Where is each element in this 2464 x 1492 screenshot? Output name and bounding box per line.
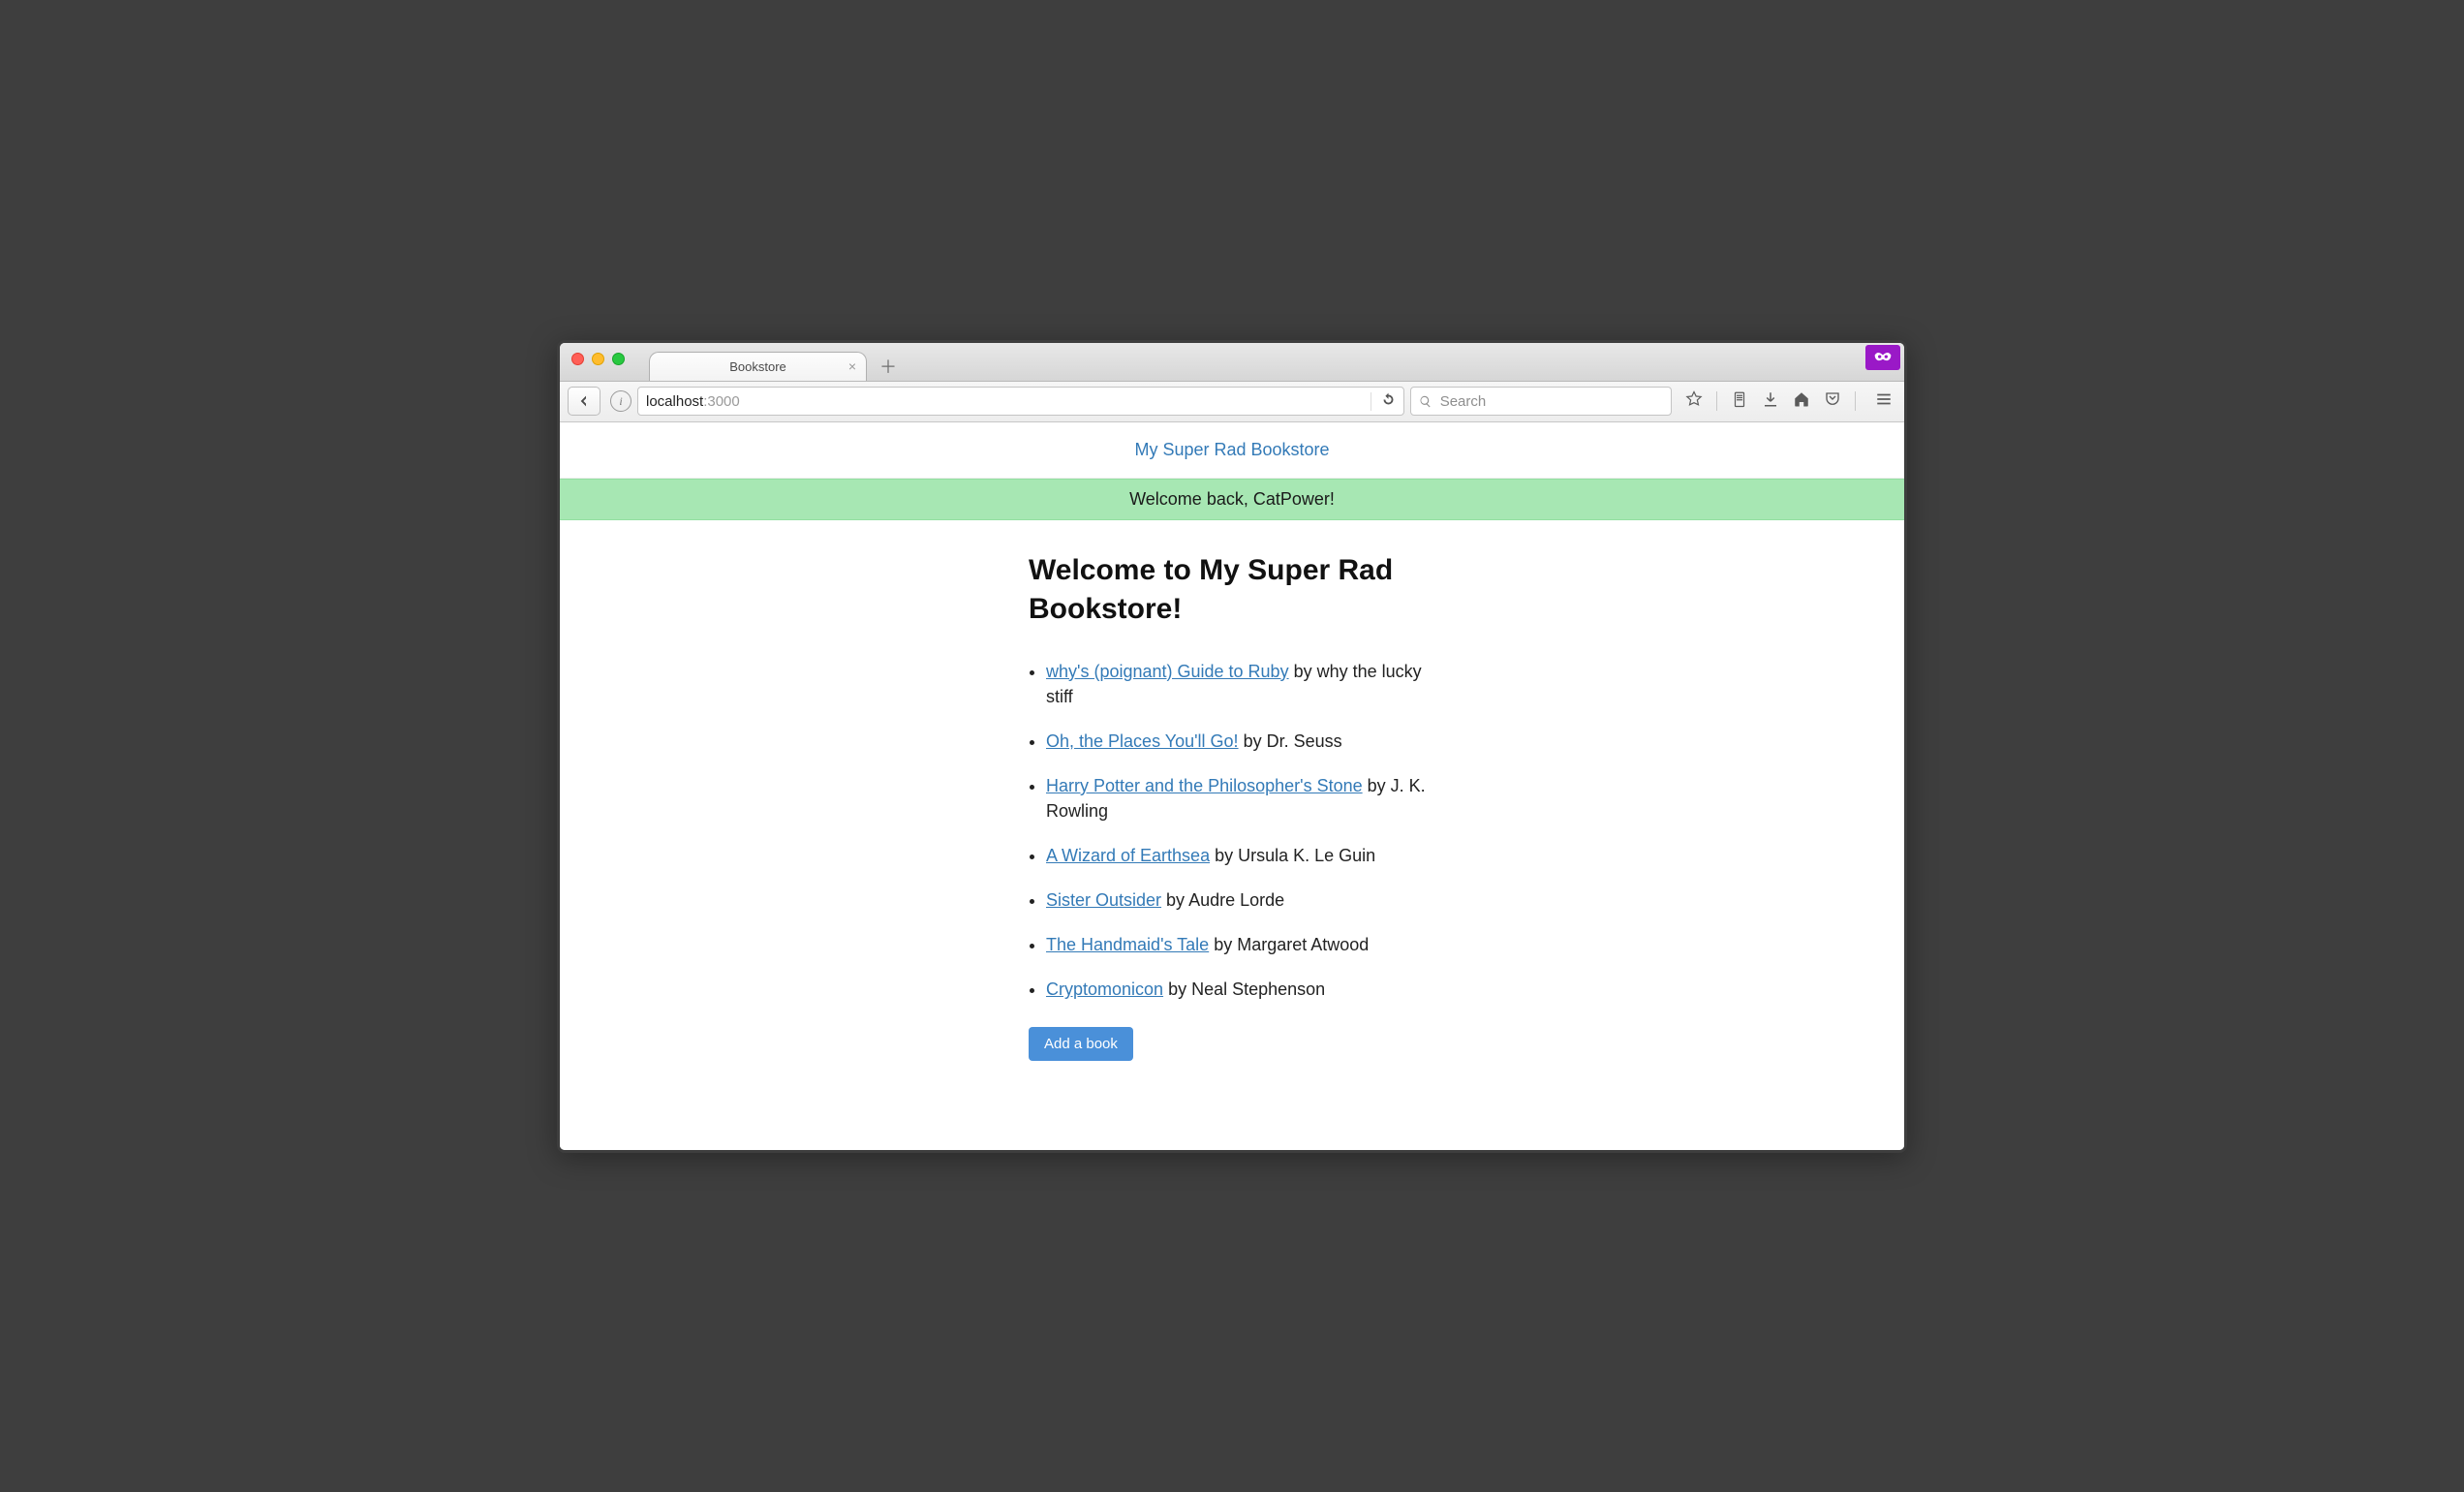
pocket-icon bbox=[1824, 390, 1841, 408]
search-bar[interactable] bbox=[1410, 387, 1672, 416]
browser-window: Bookstore × ＋ i localhost:3000 bbox=[557, 340, 1907, 1153]
book-title-link[interactable]: Harry Potter and the Philosopher's Stone bbox=[1046, 776, 1363, 795]
book-title-link[interactable]: Sister Outsider bbox=[1046, 890, 1161, 910]
star-icon bbox=[1685, 390, 1703, 408]
page-viewport: My Super Rad Bookstore Welcome back, Cat… bbox=[560, 422, 1904, 1150]
book-list-item: Cryptomonicon by Neal Stephenson bbox=[1046, 977, 1435, 1002]
site-info-button[interactable]: i bbox=[610, 390, 631, 412]
book-list-item: The Handmaid's Tale by Margaret Atwood bbox=[1046, 932, 1435, 957]
book-list-item: A Wizard of Earthsea by Ursula K. Le Gui… bbox=[1046, 843, 1435, 868]
book-title-link[interactable]: Oh, the Places You'll Go! bbox=[1046, 731, 1239, 751]
book-list-item: why's (poignant) Guide to Ruby by why th… bbox=[1046, 659, 1435, 709]
reading-list-button[interactable] bbox=[1731, 390, 1748, 413]
book-author: by Dr. Seuss bbox=[1239, 731, 1342, 751]
site-header: My Super Rad Bookstore bbox=[560, 422, 1904, 479]
menu-button[interactable] bbox=[1875, 390, 1893, 413]
reload-icon bbox=[1381, 392, 1396, 407]
toolbar-icons bbox=[1678, 390, 1896, 413]
home-icon bbox=[1793, 390, 1810, 408]
reload-button[interactable] bbox=[1371, 392, 1396, 411]
clipboard-icon bbox=[1731, 390, 1748, 408]
back-button[interactable] bbox=[568, 387, 601, 416]
home-button[interactable] bbox=[1793, 390, 1810, 413]
browser-tab[interactable]: Bookstore × bbox=[649, 352, 867, 381]
flash-message: Welcome back, CatPower! bbox=[560, 479, 1904, 520]
brand-link[interactable]: My Super Rad Bookstore bbox=[1134, 440, 1329, 459]
add-book-button[interactable]: Add a book bbox=[1029, 1027, 1133, 1061]
book-list-item: Sister Outsider by Audre Lorde bbox=[1046, 887, 1435, 913]
minimize-window-button[interactable] bbox=[592, 353, 604, 365]
book-title-link[interactable]: The Handmaid's Tale bbox=[1046, 935, 1209, 954]
maximize-window-button[interactable] bbox=[612, 353, 625, 365]
tab-title: Bookstore bbox=[729, 359, 786, 374]
page-heading: Welcome to My Super Rad Bookstore! bbox=[1029, 551, 1435, 630]
pocket-button[interactable] bbox=[1824, 390, 1841, 413]
separator bbox=[1716, 391, 1717, 411]
url-port: :3000 bbox=[703, 393, 740, 410]
arrow-left-icon bbox=[576, 393, 592, 409]
private-browsing-badge[interactable] bbox=[1865, 345, 1900, 370]
book-title-link[interactable]: why's (poignant) Guide to Ruby bbox=[1046, 662, 1289, 681]
book-author: by Neal Stephenson bbox=[1163, 979, 1325, 999]
titlebar: Bookstore × ＋ bbox=[560, 343, 1904, 382]
search-icon bbox=[1419, 394, 1432, 409]
book-list: why's (poignant) Guide to Ruby by why th… bbox=[1029, 659, 1435, 1003]
mask-icon bbox=[1873, 351, 1893, 364]
book-author: by Margaret Atwood bbox=[1209, 935, 1369, 954]
nav-toolbar: i localhost:3000 bbox=[560, 382, 1904, 422]
separator bbox=[1855, 391, 1856, 411]
search-input[interactable] bbox=[1440, 393, 1663, 410]
close-tab-button[interactable]: × bbox=[848, 358, 856, 374]
book-list-item: Oh, the Places You'll Go! by Dr. Seuss bbox=[1046, 729, 1435, 754]
downloads-button[interactable] bbox=[1762, 390, 1779, 413]
url-bar[interactable]: localhost:3000 bbox=[637, 387, 1404, 416]
url-host: localhost bbox=[646, 393, 703, 410]
window-controls bbox=[571, 353, 625, 365]
new-tab-button[interactable]: ＋ bbox=[875, 355, 902, 378]
download-arrow-icon bbox=[1762, 390, 1779, 408]
book-author: by Audre Lorde bbox=[1161, 890, 1284, 910]
bookmark-star-button[interactable] bbox=[1685, 390, 1703, 413]
tab-strip: Bookstore × ＋ bbox=[649, 343, 902, 381]
main-content: Welcome to My Super Rad Bookstore! why's… bbox=[1029, 551, 1435, 1062]
book-title-link[interactable]: A Wizard of Earthsea bbox=[1046, 846, 1210, 865]
close-window-button[interactable] bbox=[571, 353, 584, 365]
book-list-item: Harry Potter and the Philosopher's Stone… bbox=[1046, 773, 1435, 824]
hamburger-icon bbox=[1875, 390, 1893, 408]
book-author: by Ursula K. Le Guin bbox=[1210, 846, 1375, 865]
book-title-link[interactable]: Cryptomonicon bbox=[1046, 979, 1163, 999]
